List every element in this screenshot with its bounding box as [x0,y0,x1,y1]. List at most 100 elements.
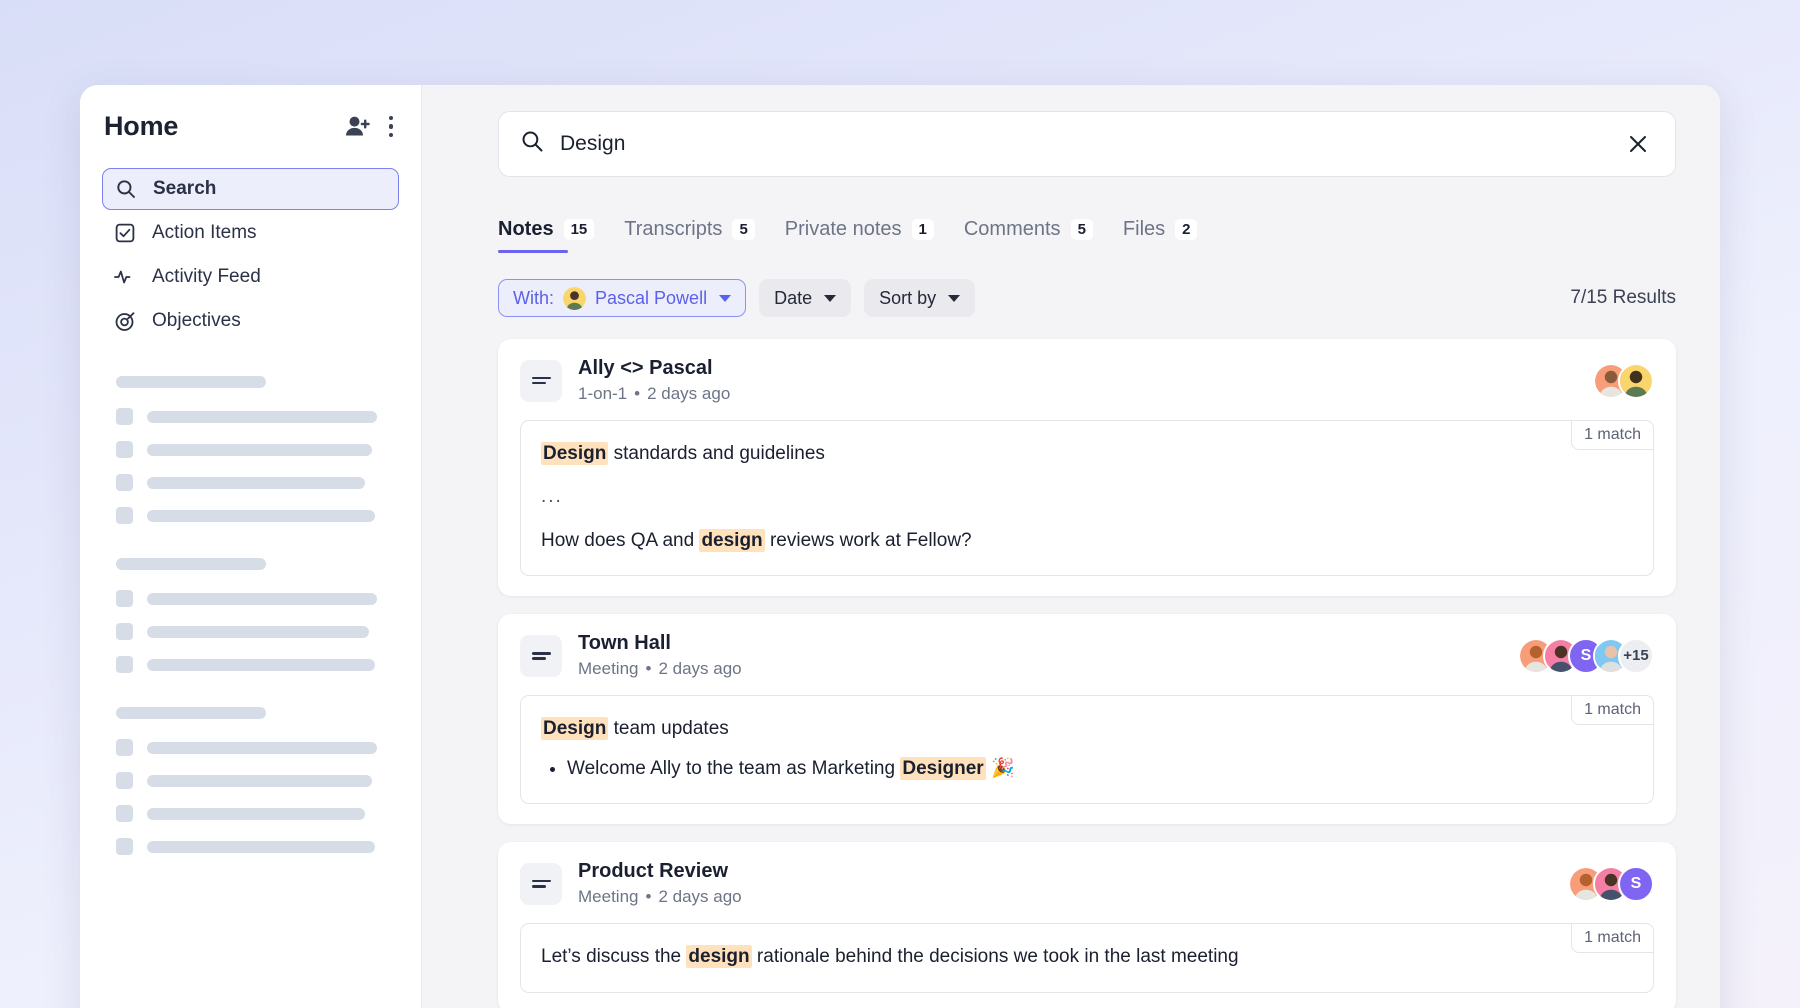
skeleton-row [106,623,395,640]
sidebar-item-search[interactable]: Search [102,168,399,210]
result-type: 1-on-1 [578,384,628,403]
result-card[interactable]: Ally <> Pascal 1-on-1 • 2 days ago 1 match… [498,339,1676,597]
target-icon [114,310,136,332]
close-icon[interactable] [1623,129,1653,159]
result-snippet: 1 match Design standards and guidelines … [520,420,1654,577]
skeleton-row [106,772,395,789]
tab-transcripts[interactable]: Transcripts 5 [624,218,755,253]
match-badge: 1 match [1571,695,1654,726]
results-count: 7/15 Results [1570,287,1676,308]
result-meta: Meeting • 2 days ago [578,887,742,907]
result-snippet: 1 match Design team updates Welcome Ally… [520,695,1654,805]
sidebar-item-objectives[interactable]: Objectives [102,300,399,342]
pulse-icon [114,266,136,288]
result-time: 2 days ago [658,659,742,679]
add-person-icon[interactable] [345,115,371,139]
filter-sort-label: Sort by [879,287,937,308]
search-icon [521,130,544,158]
tab-label: Transcripts [624,218,723,240]
result-card[interactable]: Product Review Meeting • 2 days ago S 1 ma… [498,842,1676,1008]
skeleton-row [106,656,395,673]
filter-bar: With: Pascal Powell Date Sort by 7/15 Re… [498,279,1676,317]
tab-private-notes[interactable]: Private notes 1 [785,218,934,253]
sidebar-header: Home [102,109,399,142]
tab-count: 2 [1175,219,1198,240]
result-card-titles: Ally <> Pascal 1-on-1 • 2 days ago [578,357,730,404]
tab-comments[interactable]: Comments 5 [964,218,1093,253]
sidebar-skeleton-group [102,376,399,524]
tab-label: Files [1122,218,1166,240]
snippet-ellipsis: ... [541,486,563,508]
skeleton-row [106,441,395,458]
result-card-header: Ally <> Pascal 1-on-1 • 2 days ago [520,357,1654,404]
app-window: Home Search Action Items Activity Feed O… [80,85,1720,1008]
skeleton-row [106,590,395,607]
note-icon [520,359,562,402]
sidebar-item-label: Search [153,178,217,199]
avatar [563,286,587,310]
filter-date[interactable]: Date [759,279,852,317]
result-title: Ally <> Pascal [578,357,713,379]
result-time: 2 days ago [658,887,742,907]
result-card-titles: Town Hall Meeting • 2 days ago [578,632,742,679]
result-type: Meeting [578,659,639,679]
result-tabs: Notes 15 Transcripts 5 Private notes 1 C… [498,209,1676,253]
snippet-line: Let’s discuss the design rationale behin… [541,945,1239,969]
note-icon [520,634,562,677]
snippet-line: How does QA and design reviews work at F… [541,528,972,552]
skeleton-heading [116,707,266,719]
search-bar[interactable]: Design [498,111,1676,177]
filter-with-value: Pascal Powell [595,287,708,308]
results-list: Ally <> Pascal 1-on-1 • 2 days ago 1 match… [498,339,1676,1008]
result-title: Town Hall [578,632,671,655]
skeleton-row [106,408,395,425]
result-meta: 1-on-1 • 2 days ago [578,384,731,403]
sidebar-item-action-items[interactable]: Action Items [102,212,399,254]
result-card-titles: Product Review Meeting • 2 days ago [578,860,742,907]
match-badge: 1 match [1571,923,1654,954]
sidebar-nav: Search Action Items Activity Feed Object… [102,168,399,342]
sidebar-item-activity-feed[interactable]: Activity Feed [102,256,399,298]
skeleton-row [106,474,395,491]
note-icon [520,862,562,905]
result-card[interactable]: Town Hall Meeting • 2 days ago S +15 1 m… [498,614,1676,825]
chevron-down-icon [719,294,732,302]
snippet-bullet: Welcome Ally to the team as Marketing De… [567,754,1633,783]
tab-notes[interactable]: Notes 15 [498,218,595,253]
filter-with-prefix: With: [513,287,555,308]
snippet-line: Design standards and guidelines [541,442,825,465]
checkbox-icon [114,222,136,244]
sidebar-item-label: Action Items [152,222,257,243]
result-card-header: Town Hall Meeting • 2 days ago S +15 [520,632,1654,679]
participant-avatars: S [1568,865,1654,902]
tab-count: 15 [563,219,595,240]
skeleton-row [106,838,395,855]
participant-avatars [1593,362,1654,399]
sidebar-item-label: Activity Feed [152,266,261,287]
filter-date-label: Date [774,287,813,308]
filter-sort-by[interactable]: Sort by [864,279,976,317]
search-icon [115,178,137,200]
result-card-header: Product Review Meeting • 2 days ago S [520,860,1654,907]
result-time: 2 days ago [647,384,731,403]
tab-files[interactable]: Files 2 [1123,218,1198,253]
skeleton-heading [116,376,266,388]
tab-count: 1 [911,219,934,240]
sidebar-skeleton-group [102,558,399,673]
avatar-initial: S [1618,865,1654,902]
tab-count: 5 [1070,219,1093,240]
match-badge: 1 match [1571,420,1654,450]
skeleton-row [106,507,395,524]
search-input[interactable]: Design [560,132,1607,156]
tab-label: Private notes [784,218,902,240]
sidebar-item-label: Objectives [152,310,241,331]
sidebar-header-actions [345,112,397,142]
result-meta: Meeting • 2 days ago [578,659,742,679]
chevron-down-icon [824,294,837,302]
skeleton-heading [116,558,266,570]
avatar [1618,362,1654,399]
result-type: Meeting [578,887,639,907]
tab-label: Comments [963,218,1061,240]
filter-with[interactable]: With: Pascal Powell [498,279,747,317]
more-options-icon[interactable] [385,112,397,142]
